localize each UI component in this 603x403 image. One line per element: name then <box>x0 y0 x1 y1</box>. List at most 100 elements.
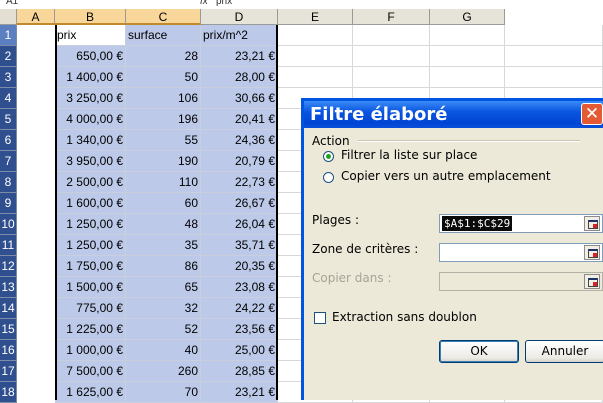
row-header[interactable]: 12 <box>0 256 17 277</box>
row-header[interactable]: 10 <box>0 214 17 235</box>
cell-c12[interactable]: 20,35 € <box>201 256 278 277</box>
cell-b16[interactable]: 40 <box>126 340 201 361</box>
empty-cell[interactable] <box>430 67 505 88</box>
cell-c16[interactable]: 25,00 € <box>201 340 278 361</box>
empty-cell[interactable] <box>505 46 603 67</box>
cell-b9[interactable]: 60 <box>126 193 201 214</box>
dialog-titlebar[interactable]: Filtre élaboré ✕ <box>304 101 603 128</box>
row-header[interactable]: 3 <box>0 67 17 88</box>
cell-c4[interactable]: 30,66 € <box>201 88 278 109</box>
empty-cell[interactable] <box>505 67 603 88</box>
column-header-d[interactable]: D <box>201 9 278 25</box>
cell-c13[interactable]: 23,08 € <box>201 277 278 298</box>
cell-b11[interactable]: 35 <box>126 235 201 256</box>
cell-b17[interactable]: 260 <box>126 361 201 382</box>
cell-a17[interactable]: 7 500,00 € <box>55 361 126 382</box>
row-header[interactable]: 7 <box>0 151 17 172</box>
cell-b15[interactable]: 52 <box>126 319 201 340</box>
unique-records-label[interactable]: Extraction sans doublon <box>332 310 477 324</box>
row-header[interactable]: 13 <box>0 277 17 298</box>
radio-filter-in-place-label[interactable]: Filtrer la liste sur place <box>341 148 477 162</box>
cell-a1[interactable]: prix <box>55 25 126 46</box>
name-box[interactable]: A1 <box>6 0 18 7</box>
empty-cell[interactable] <box>278 67 353 88</box>
column-header-a[interactable]: A <box>17 9 55 25</box>
cell-a3[interactable]: 1 400,00 € <box>55 67 126 88</box>
cell-c5[interactable]: 20,41 € <box>201 109 278 130</box>
cell-c17[interactable]: 28,85 € <box>201 361 278 382</box>
column-header-e[interactable]: E <box>278 9 353 25</box>
cell-a11[interactable]: 1 250,00 € <box>55 235 126 256</box>
criteres-collapse-button[interactable] <box>584 245 600 260</box>
row-header[interactable]: 9 <box>0 193 17 214</box>
cell-c14[interactable]: 24,22 € <box>201 298 278 319</box>
radio-filter-in-place[interactable] <box>323 151 334 162</box>
cell-a14[interactable]: 775,00 € <box>55 298 126 319</box>
cell-c15[interactable]: 23,56 € <box>201 319 278 340</box>
close-button[interactable]: ✕ <box>581 103 603 125</box>
cell-b14[interactable]: 32 <box>126 298 201 319</box>
row-header[interactable]: 15 <box>0 319 17 340</box>
cell-a15[interactable]: 1 225,00 € <box>55 319 126 340</box>
column-header-c[interactable]: C <box>126 9 201 25</box>
select-all-corner[interactable] <box>0 9 17 25</box>
cell-b12[interactable]: 86 <box>126 256 201 277</box>
cell-c10[interactable]: 26,04 € <box>201 214 278 235</box>
column-header-f[interactable]: F <box>353 9 430 25</box>
empty-cell[interactable] <box>278 25 353 46</box>
cell-a12[interactable]: 1 750,00 € <box>55 256 126 277</box>
cell-a5[interactable]: 4 000,00 € <box>55 109 126 130</box>
cell-b8[interactable]: 110 <box>126 172 201 193</box>
cell-c9[interactable]: 26,67 € <box>201 193 278 214</box>
cell-b6[interactable]: 55 <box>126 130 201 151</box>
cell-c6[interactable]: 24,36 € <box>201 130 278 151</box>
cell-b3[interactable]: 50 <box>126 67 201 88</box>
empty-cell[interactable] <box>353 25 430 46</box>
cancel-button[interactable]: Annuler <box>525 340 603 363</box>
empty-cell[interactable] <box>353 67 430 88</box>
cell-b1[interactable]: surface <box>126 25 201 46</box>
row-header[interactable]: 11 <box>0 235 17 256</box>
cell-a13[interactable]: 1 500,00 € <box>55 277 126 298</box>
cell-c2[interactable]: 23,21 € <box>201 46 278 67</box>
cell-c8[interactable]: 22,73 € <box>201 172 278 193</box>
unique-records-checkbox[interactable] <box>314 312 326 324</box>
row-header[interactable]: 4 <box>0 88 17 109</box>
cell-a6[interactable]: 1 340,00 € <box>55 130 126 151</box>
cell-c11[interactable]: 35,71 € <box>201 235 278 256</box>
cell-a2[interactable]: 650,00 € <box>55 46 126 67</box>
row-header[interactable]: 16 <box>0 340 17 361</box>
cell-c7[interactable]: 20,79 € <box>201 151 278 172</box>
empty-cell[interactable] <box>278 46 353 67</box>
row-header[interactable]: 6 <box>0 130 17 151</box>
row-header[interactable]: 1 <box>0 25 17 46</box>
cell-b10[interactable]: 48 <box>126 214 201 235</box>
row-header[interactable]: 14 <box>0 298 17 319</box>
cell-b2[interactable]: 28 <box>126 46 201 67</box>
empty-cell[interactable] <box>430 25 505 46</box>
cell-a16[interactable]: 1 000,00 € <box>55 340 126 361</box>
cell-b4[interactable]: 106 <box>126 88 201 109</box>
cell-c3[interactable]: 28,00 € <box>201 67 278 88</box>
cell-a10[interactable]: 1 250,00 € <box>55 214 126 235</box>
plages-collapse-button[interactable] <box>584 216 600 231</box>
formula-input[interactable]: prix <box>216 0 232 7</box>
cell-a4[interactable]: 3 250,00 € <box>55 88 126 109</box>
column-header-g[interactable]: G <box>430 9 505 25</box>
empty-cell[interactable] <box>505 25 603 46</box>
row-header[interactable]: 17 <box>0 361 17 382</box>
empty-cell[interactable] <box>353 46 430 67</box>
cell-c1[interactable]: prix/m^2 <box>201 25 278 46</box>
plages-field[interactable]: $A$1:$C$29 <box>439 214 603 233</box>
column-header-b[interactable]: B <box>55 9 126 25</box>
row-header[interactable]: 8 <box>0 172 17 193</box>
row-header[interactable]: 2 <box>0 46 17 67</box>
cell-a7[interactable]: 3 950,00 € <box>55 151 126 172</box>
empty-cell[interactable] <box>430 46 505 67</box>
row-header[interactable]: 5 <box>0 109 17 130</box>
cell-a8[interactable]: 2 500,00 € <box>55 172 126 193</box>
cell-a9[interactable]: 1 600,00 € <box>55 193 126 214</box>
criteres-field[interactable] <box>439 243 603 262</box>
cell-b5[interactable]: 196 <box>126 109 201 130</box>
radio-copy-elsewhere[interactable] <box>323 172 334 183</box>
